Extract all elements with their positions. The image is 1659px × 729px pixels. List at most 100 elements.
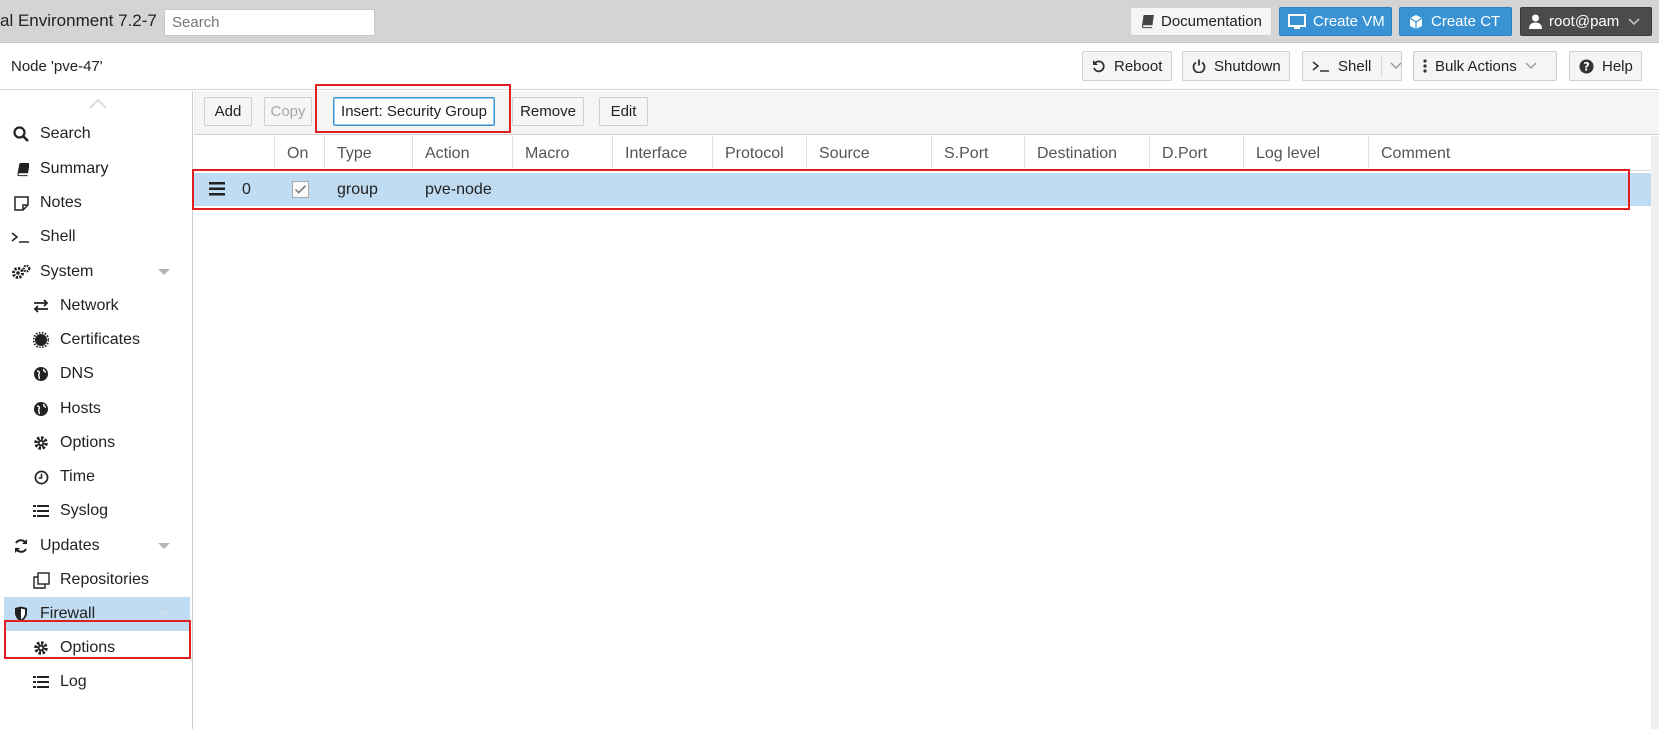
create-vm-button[interactable]: Create VM [1279, 7, 1392, 36]
column-header-protocol[interactable]: Protocol [712, 136, 806, 171]
sidebar-item-syslog[interactable]: Syslog [4, 494, 190, 528]
column-header-comment[interactable]: Comment [1368, 136, 1651, 171]
sidebar-item-label: Options [60, 639, 116, 656]
sidebar-item-updates[interactable]: Updates [4, 529, 190, 563]
sidebar-item-notes[interactable]: Notes [4, 186, 190, 220]
sidebar-item-network[interactable]: Network [4, 289, 190, 323]
note-icon [10, 195, 32, 211]
shell-button[interactable]: Shell [1302, 51, 1402, 81]
global-search-input[interactable] [164, 9, 375, 36]
sidebar-item-label: Time [60, 468, 95, 485]
sidebar-item-label: Log [60, 673, 87, 690]
edit-button[interactable]: Edit [599, 97, 648, 126]
expand-arrow-icon[interactable] [158, 269, 170, 275]
exchange-icon [30, 299, 52, 313]
add-label: Add [214, 103, 242, 120]
column-header-log-level[interactable]: Log level [1243, 136, 1368, 171]
bulk-actions-label: Bulk Actions [1435, 57, 1517, 75]
sidebar-item-label: DNS [60, 365, 94, 382]
documentation-button[interactable]: Documentation [1130, 7, 1272, 36]
remove-label: Remove [520, 103, 576, 120]
column-header-type[interactable]: Type [324, 136, 412, 171]
undo-icon [1092, 59, 1106, 73]
column-header-macro[interactable]: Macro [512, 136, 612, 171]
expand-arrow-icon[interactable] [158, 611, 170, 617]
globe-icon [30, 366, 52, 382]
certificate-icon [30, 332, 52, 348]
rules-grid-header: On Type Action Macro Interface Protocol … [194, 136, 1651, 171]
sidebar-item-time[interactable]: Time [4, 460, 190, 494]
drag-handle-icon[interactable] [209, 182, 225, 197]
sidebar-item-shell[interactable]: Shell [4, 220, 190, 254]
shield-icon [10, 606, 32, 622]
node-sidebar: Search Summary Notes Shell System Networ… [0, 91, 193, 729]
user-menu-button[interactable]: root@pam [1520, 7, 1652, 36]
sidebar-item-repositories[interactable]: Repositories [4, 563, 190, 597]
help-label: Help [1602, 57, 1633, 75]
copy-button[interactable]: Copy [264, 97, 312, 126]
shutdown-button[interactable]: Shutdown [1182, 51, 1290, 81]
column-header-interface[interactable]: Interface [612, 136, 712, 171]
reboot-label: Reboot [1114, 57, 1163, 75]
user-icon [1529, 14, 1542, 29]
remove-button[interactable]: Remove [512, 97, 584, 126]
sidebar-item-label: Certificates [60, 331, 141, 348]
sidebar-item-label: Syslog [60, 502, 109, 519]
sidebar-item-certificates[interactable]: Certificates [4, 323, 190, 357]
column-header-dport[interactable]: D.Port [1149, 136, 1243, 171]
bulk-actions-button[interactable]: Bulk Actions [1413, 51, 1557, 81]
copy-icon [30, 571, 52, 589]
copy-label: Copy [270, 103, 306, 120]
node-header: Node 'pve-47' Reboot Shutdown Shell Bulk… [0, 44, 1659, 90]
column-header-on[interactable]: On [274, 136, 324, 171]
grid-scrollbar[interactable] [1651, 136, 1659, 729]
sidebar-item-label: System [40, 263, 94, 280]
shutdown-label: Shutdown [1214, 57, 1281, 75]
insert-security-group-button[interactable]: Insert: Security Group [333, 97, 495, 126]
cube-icon [1408, 14, 1424, 30]
sidebar-item-log[interactable]: Log [4, 665, 190, 699]
power-icon [1192, 59, 1206, 73]
top-bar: al Environment 7.2-7 Documentation Creat… [0, 0, 1659, 43]
help-button[interactable]: ? Help [1569, 51, 1642, 81]
reboot-button[interactable]: Reboot [1082, 51, 1172, 81]
monitor-icon [1288, 13, 1306, 30]
sidebar-item-firewall[interactable]: Firewall [4, 597, 190, 631]
scroll-up-icon[interactable] [88, 97, 108, 114]
documentation-label: Documentation [1161, 13, 1262, 30]
column-header-action[interactable]: Action [412, 136, 512, 171]
gear-icon [30, 640, 52, 656]
sidebar-item-label: Options [60, 434, 116, 451]
column-header-sport[interactable]: S.Port [931, 136, 1024, 171]
sidebar-item-hosts[interactable]: Hosts [4, 392, 190, 426]
sidebar-item-label: Summary [40, 160, 109, 177]
edit-label: Edit [610, 103, 637, 120]
app-title: al Environment 7.2-7 [0, 11, 157, 30]
question-circle-icon: ? [1579, 58, 1594, 74]
sidebar-item-options[interactable]: Options [4, 426, 190, 460]
column-header-destination[interactable]: Destination [1024, 136, 1149, 171]
list-icon [30, 675, 52, 689]
sidebar-item-search[interactable]: Search [4, 117, 190, 151]
node-title: Node 'pve-47' [11, 58, 103, 75]
sidebar-item-dns[interactable]: DNS [4, 357, 190, 391]
sidebar-item-summary[interactable]: Summary [4, 152, 190, 186]
rule-position: 0 [242, 181, 251, 198]
sidebar-item-label: Shell [40, 228, 76, 245]
column-header-source[interactable]: Source [806, 136, 931, 171]
sidebar-item-firewall-options[interactable]: Options [4, 631, 190, 665]
ellipsis-vertical-icon [1423, 59, 1427, 73]
enabled-checkbox[interactable] [292, 181, 309, 198]
sidebar-item-label: Hosts [60, 400, 101, 417]
rule-action: pve-node [425, 181, 492, 198]
expand-arrow-icon[interactable] [158, 543, 170, 549]
refresh-icon [10, 538, 32, 554]
create-ct-button[interactable]: Create CT [1399, 7, 1512, 36]
sidebar-item-label: Updates [40, 537, 100, 554]
create-vm-label: Create VM [1313, 13, 1385, 30]
sidebar-item-system[interactable]: System [4, 255, 190, 289]
chevron-down-icon[interactable] [1381, 56, 1402, 76]
shell-label: Shell [1338, 57, 1372, 75]
add-button[interactable]: Add [204, 97, 252, 126]
table-row[interactable]: 0 group pve-node [194, 173, 1651, 206]
